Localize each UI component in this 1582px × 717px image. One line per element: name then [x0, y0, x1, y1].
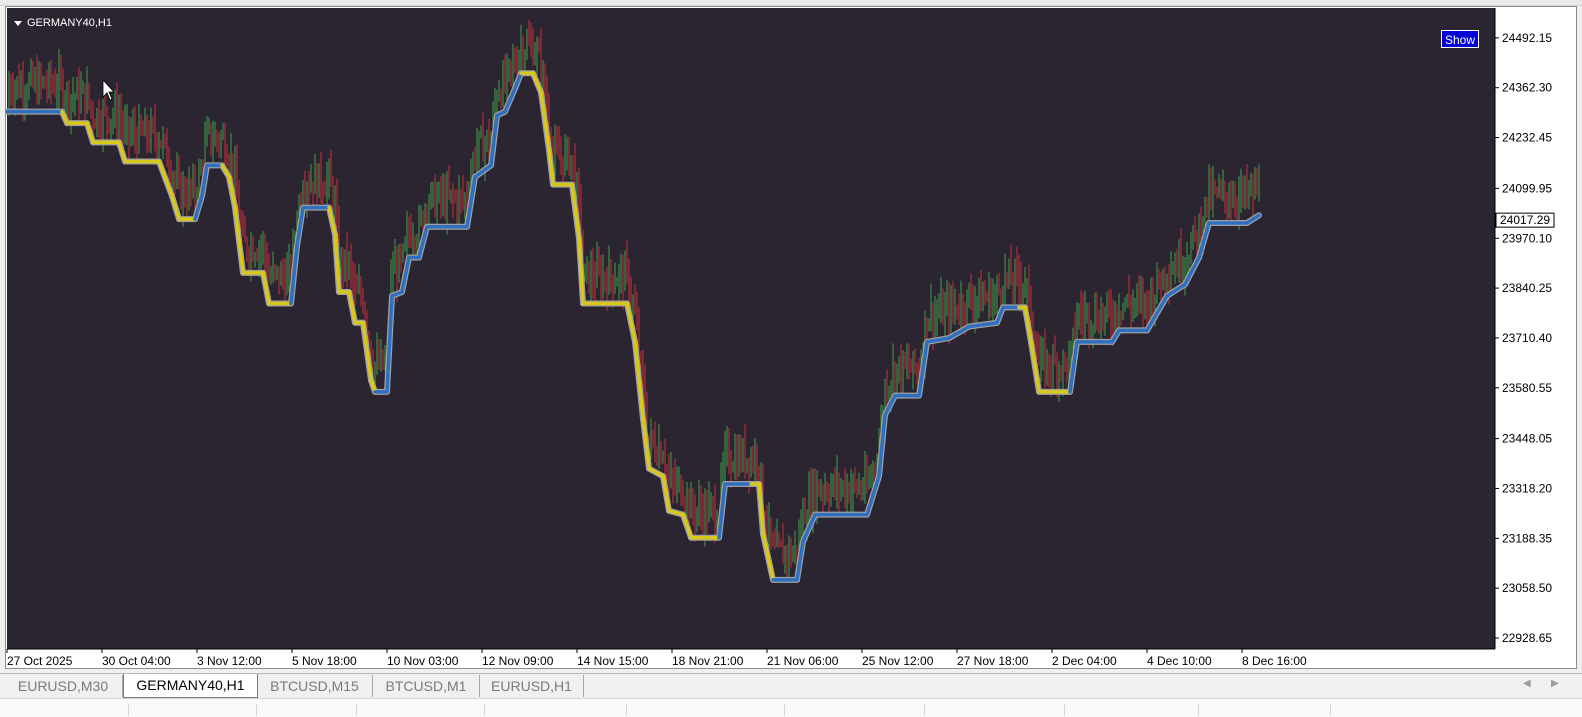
time-tick-label: 2 Dec 04:00 [1052, 654, 1117, 668]
show-button[interactable]: Show [1441, 30, 1479, 48]
tab-eurusd-m30[interactable]: EURUSD,M30 [4, 675, 123, 697]
tab-btcusd-m15[interactable]: BTCUSD,M15 [257, 675, 373, 697]
price-tick-label: 24492.15 [1502, 31, 1552, 45]
price-tick-label: 23448.05 [1502, 432, 1552, 446]
price-tick-label: 23188.35 [1502, 531, 1552, 545]
price-chart[interactable]: 24492.15 24362.30 24232.45 24099.95 23970.10… [6, 7, 1576, 668]
price-tick-label: 23058.50 [1502, 581, 1552, 595]
price-tick-label: 24232.45 [1502, 131, 1552, 145]
status-separator [1198, 704, 1199, 716]
plot-area[interactable] [7, 8, 1495, 649]
chart-symbol-title[interactable]: GERMANY40,H1 [14, 17, 112, 29]
price-tick-label: 22928.65 [1502, 631, 1552, 645]
time-tick-label: 4 Dec 10:00 [1147, 654, 1212, 668]
chart-window[interactable]: 24492.15 24362.30 24232.45 24099.95 23970.10… [5, 6, 1577, 669]
status-separator [784, 704, 785, 716]
symbol-label: GERMANY40,H1 [27, 17, 112, 29]
chevron-down-icon[interactable] [14, 20, 22, 26]
time-tick-label: 27 Oct 2025 [7, 654, 73, 668]
status-strip [0, 698, 1582, 717]
price-tick-label: 24099.95 [1502, 181, 1552, 195]
price-tick-label: 23970.10 [1502, 231, 1552, 245]
time-tick-label: 21 Nov 06:00 [767, 654, 839, 668]
current-price-label: 24017.29 [1500, 213, 1550, 227]
tab-scroll-right-icon[interactable]: ▶ [1551, 678, 1559, 689]
time-tick-label: 12 Nov 09:00 [482, 654, 554, 668]
tab-germany40-h1[interactable]: GERMANY40,H1 [123, 674, 258, 698]
status-separator [924, 704, 925, 716]
status-separator [128, 704, 129, 716]
time-tick-label: 27 Nov 18:00 [957, 654, 1029, 668]
time-tick-label: 5 Nov 18:00 [292, 654, 357, 668]
status-separator [484, 704, 485, 716]
price-tick-label: 23318.20 [1502, 481, 1552, 495]
time-tick-label: 3 Nov 12:00 [197, 654, 262, 668]
tab-eurusd-h1[interactable]: EURUSD,H1 [480, 675, 584, 697]
price-tick-label: 23840.25 [1502, 281, 1552, 295]
tab-scroll-left-icon[interactable]: ◀ [1523, 678, 1531, 689]
time-tick-label: 14 Nov 15:00 [577, 654, 649, 668]
status-separator [256, 704, 257, 716]
time-tick-label: 8 Dec 16:00 [1242, 654, 1307, 668]
time-tick-label: 18 Nov 21:00 [672, 654, 744, 668]
time-tick-label: 25 Nov 12:00 [862, 654, 934, 668]
chart-tab-bar: EURUSD,M30 GERMANY40,H1 BTCUSD,M15 BTCUS… [0, 673, 1582, 699]
price-tick-label: 23580.55 [1502, 381, 1552, 395]
status-separator [356, 704, 357, 716]
tab-btcusd-m1[interactable]: BTCUSD,M1 [373, 675, 480, 697]
status-separator [626, 704, 627, 716]
time-tick-label: 30 Oct 04:00 [102, 654, 171, 668]
time-tick-label: 10 Nov 03:00 [387, 654, 459, 668]
price-tick-label: 24362.30 [1502, 81, 1552, 95]
status-separator [1330, 704, 1331, 716]
status-separator [1064, 704, 1065, 716]
price-tick-label: 23710.40 [1502, 331, 1552, 345]
